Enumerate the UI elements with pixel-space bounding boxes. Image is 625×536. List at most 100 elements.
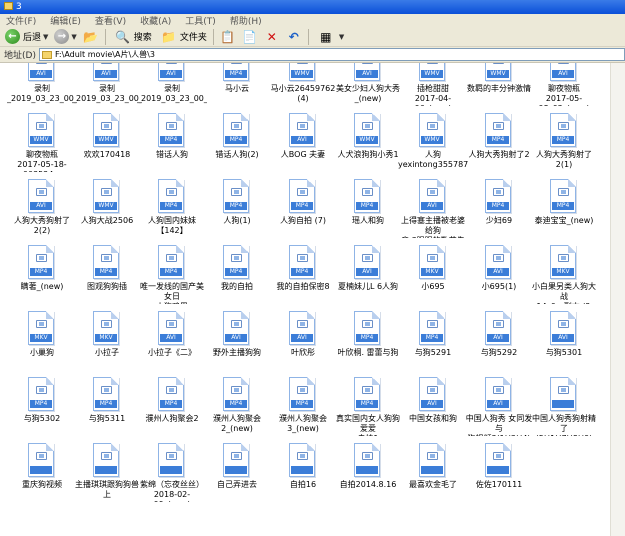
video-file-item[interactable]: WMV 人狗大战2506 xyxy=(74,179,140,245)
video-file-item[interactable]: WMV 人犬浪狗狗小秀1 xyxy=(335,113,401,179)
video-file-item[interactable]: WMV 人狗 yexintong355787... xyxy=(398,113,468,179)
page-corner xyxy=(241,311,249,319)
copy-to-icon[interactable]: 📄 xyxy=(242,29,258,45)
video-file-item[interactable]: MP4 人狗自拍 (7) xyxy=(270,179,336,245)
back-button[interactable]: ← 后退 ▼ xyxy=(2,28,51,46)
search-button[interactable]: 🔍 搜索 xyxy=(109,28,155,46)
file-type-badge: AVI xyxy=(30,70,52,78)
video-file-item[interactable]: MKV 小695 xyxy=(400,245,466,311)
video-file-item[interactable]: 主播琪琪跟狗狗兽上 xyxy=(74,443,140,509)
video-file-item[interactable]: 最喜欢金毛了 xyxy=(400,443,466,509)
page-corner xyxy=(241,245,249,253)
video-file-item[interactable]: 佐佐170111 xyxy=(466,443,532,509)
video-file-item[interactable]: AVI 美女少妇人狗大秀 _(new) xyxy=(335,63,401,113)
video-file-item[interactable]: 自己弄进去 xyxy=(204,443,270,509)
views-button[interactable]: ▦ ▼ xyxy=(312,28,347,46)
video-file-item[interactable]: 中国人狗秀狗射精了 (5)(1)(7)(8)(9)(1... xyxy=(531,377,597,443)
page-corner xyxy=(503,443,511,451)
menu-view[interactable]: 查看(V) xyxy=(95,14,126,27)
video-file-item[interactable]: MP4 人狗国内妹妹【142】 xyxy=(139,179,205,245)
up-folder-icon[interactable]: 📂 xyxy=(83,29,99,45)
video-file-item[interactable]: MKV 小白果另类人狗大战 ~14_0 - 副本 (2... xyxy=(530,245,598,311)
move-to-icon[interactable]: 📋 xyxy=(220,29,236,45)
video-file-item[interactable]: AVI 录制 _2019_03_23_00_05... xyxy=(137,63,207,113)
video-file-item[interactable]: MP4 瑶人和狗 xyxy=(335,179,401,245)
chevron-down-icon[interactable]: ▼ xyxy=(43,33,48,41)
menu-file[interactable]: 文件(F) xyxy=(6,14,36,27)
video-file-item[interactable]: AVI 录制 _2019_03_23_00_05... xyxy=(7,63,77,113)
file-name: 马小云26459762 (4) xyxy=(270,84,336,103)
video-file-item[interactable]: 自拍16 xyxy=(270,443,336,509)
video-file-item[interactable]: WMV 数羁的丰分钟激情 xyxy=(466,63,532,113)
video-file-item[interactable]: AVI 中国女孩和狗 xyxy=(400,377,466,443)
menu-tools[interactable]: 工具(T) xyxy=(185,14,216,27)
video-file-item[interactable]: 自拍2014.8.16 xyxy=(335,443,401,509)
video-file-item[interactable]: WMV 欢欢170418 xyxy=(74,113,140,179)
video-file-item[interactable]: MP4 与狗5291 xyxy=(400,311,466,377)
chevron-down-icon[interactable]: ▼ xyxy=(71,33,76,41)
video-file-item[interactable]: 重庆狗视频 xyxy=(9,443,75,509)
video-file-item[interactable]: AVI 与狗5292 xyxy=(466,311,532,377)
video-file-item[interactable]: MP4 我的自拍 xyxy=(204,245,270,311)
file-name: 少妇69 xyxy=(485,216,513,225)
video-file-item[interactable]: AVI 人BOG 夫妻 xyxy=(270,113,336,179)
file-view[interactable]: AVI 录制 _2019_03_23_00_05... AVI 录制 _2019_03… xyxy=(0,63,625,536)
video-file-item[interactable]: MP4 唯一发线的国产美女日 小狗鸡巴 xyxy=(139,245,205,311)
video-file-item[interactable]: WMV 聊夜物瓶 2017-05-18-003524... xyxy=(9,113,75,179)
video-file-item[interactable]: MP4 叶欣桐. 雷蕾与狗 xyxy=(335,311,401,377)
video-file-item[interactable]: MKV 小巢狗 xyxy=(9,311,75,377)
video-file-item[interactable]: AVI 小拉子《二》 xyxy=(139,311,205,377)
vertical-scrollbar[interactable] xyxy=(610,63,625,536)
menu-favorites[interactable]: 收藏(A) xyxy=(140,14,171,27)
video-file-item[interactable]: MP4 错话人狗(2) xyxy=(204,113,270,179)
video-file-item[interactable]: AVI 上得塞主播被老婆给狗 音 3眼眼的数艾先靠 xyxy=(400,179,466,245)
video-file-item[interactable]: MP4 与狗5302 xyxy=(9,377,75,443)
page-corner xyxy=(307,179,315,187)
page-corner xyxy=(111,113,119,121)
video-file-item[interactable]: AVI 中国人狗秀 女同发与 狗视频3(1)(2)(4)(... xyxy=(466,377,532,443)
video-file-item[interactable]: AVI 录制 _2019_03_23_00_05... xyxy=(72,63,142,113)
video-file-item[interactable]: MP4 我的自拍保密8 xyxy=(270,245,336,311)
video-file-item[interactable]: MP4 瞒著_(new) xyxy=(9,245,75,311)
page-corner xyxy=(503,245,511,253)
forward-button[interactable]: → ▼ xyxy=(51,28,79,46)
video-file-item[interactable]: MP4 真实国内女人狗狗爱爱 自拍1 xyxy=(335,377,401,443)
film-icon xyxy=(101,320,112,328)
video-file-item[interactable]: MP4 濮州人狗聚会3_(new) xyxy=(270,377,336,443)
video-file-item[interactable]: AVI 夏楠妹儿L 6人狗 xyxy=(335,245,401,311)
address-input[interactable]: F:\Adult movie\A片\人兽\3 xyxy=(38,48,625,61)
file-name: 自拍2014.8.16 xyxy=(339,480,397,489)
video-file-item[interactable]: AVI 人狗大秀狗射了2(2) xyxy=(9,179,75,245)
video-file-item[interactable]: AVI 与狗5301 xyxy=(531,311,597,377)
video-file-item[interactable]: MP4 少妇69 xyxy=(466,179,532,245)
folders-button[interactable]: 📁 文件夹 xyxy=(155,28,210,46)
video-file-item[interactable]: AVI 叶欣彤 xyxy=(270,311,336,377)
file-name: 人狗大秀狗射了2(1) xyxy=(536,150,592,169)
page-corner xyxy=(437,179,445,187)
video-file-item[interactable]: MP4 濮州人狗聚会2 xyxy=(139,377,205,443)
video-file-item[interactable]: MP4 濮州人狗聚会2_(new) xyxy=(204,377,270,443)
video-file-item[interactable]: MP4 人狗大秀狗射了2 xyxy=(466,113,532,179)
video-file-item[interactable]: MP4 人狗(1) xyxy=(204,179,270,245)
chevron-down-icon[interactable]: ▼ xyxy=(339,33,344,41)
video-file-item[interactable]: MP4 人狗大秀狗射了2(1) xyxy=(531,113,597,179)
video-file-item[interactable]: MP4 马小云 xyxy=(204,63,270,113)
menu-edit[interactable]: 编辑(E) xyxy=(50,14,81,27)
video-file-item[interactable]: AVI 小695(1) xyxy=(466,245,532,311)
video-file-item[interactable]: WMV 插枪甜甜 2017-04-06_(new) xyxy=(400,63,466,113)
file-type-badge: MP4 xyxy=(160,400,182,408)
menu-help[interactable]: 帮助(H) xyxy=(230,14,262,27)
video-file-item[interactable]: AVI 聊夜物瓶 2017-05-08_02_(new) xyxy=(531,63,597,113)
video-file-item[interactable]: WMV 马小云26459762 (4) xyxy=(270,63,336,113)
video-file-item[interactable]: AVI 野外主播狗狗 xyxy=(204,311,270,377)
video-file-item[interactable]: MP4 与狗5311 xyxy=(74,377,140,443)
video-file-item[interactable]: MP4 泰迪宝宝_(new) xyxy=(531,179,597,245)
video-file-item[interactable]: 紫绵（忘夜丝丝） 2018-02-09_(new) xyxy=(139,443,205,509)
undo-icon[interactable]: ↶ xyxy=(286,29,302,45)
video-file-item[interactable]: MP4 图观狗狗插 xyxy=(74,245,140,311)
video-file-item[interactable]: MKV 小拉子 xyxy=(74,311,140,377)
film-icon xyxy=(558,122,569,130)
delete-icon[interactable]: ✕ xyxy=(264,29,280,45)
page-corner xyxy=(307,311,315,319)
video-file-item[interactable]: MP4 错话人狗 xyxy=(139,113,205,179)
